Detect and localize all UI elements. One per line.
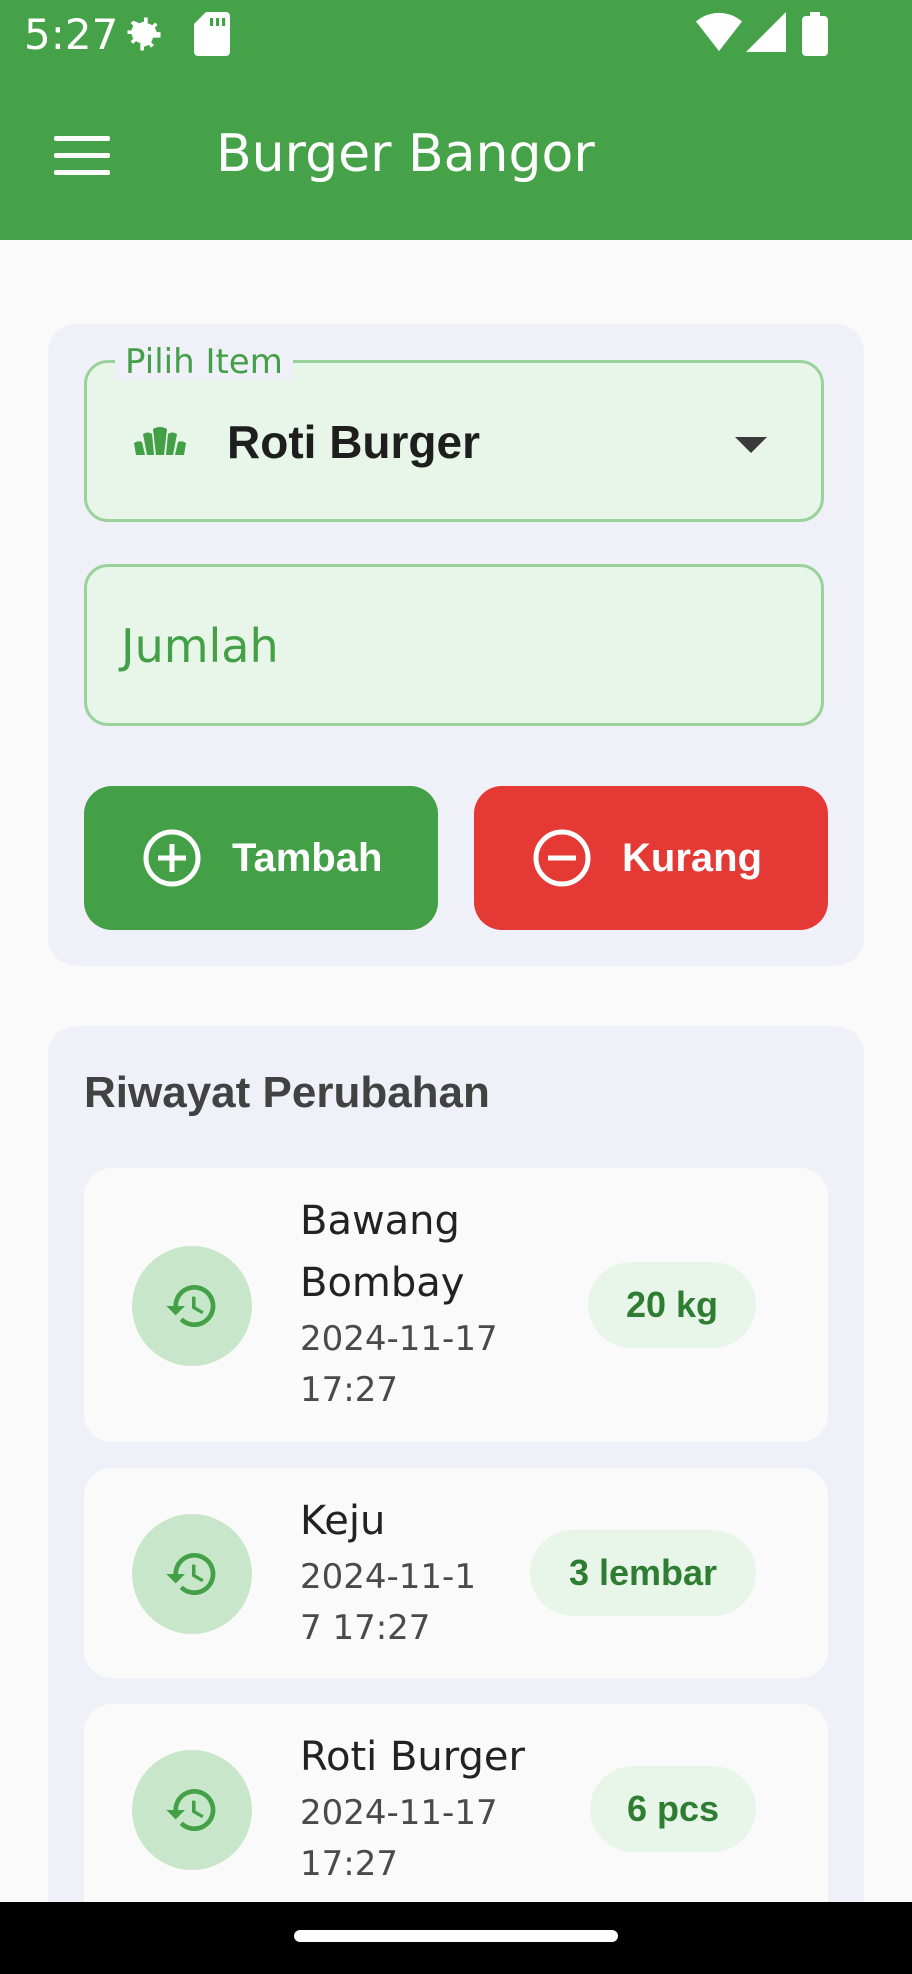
history-avatar [132, 1750, 252, 1870]
history-avatar [132, 1514, 252, 1634]
settings-icon [122, 12, 166, 61]
battery-icon [802, 12, 828, 61]
chevron-down-icon [735, 437, 767, 453]
history-icon [166, 1284, 216, 1327]
history-item-date: 2024-11-1 [300, 1557, 476, 1597]
quantity-input-placeholder: Jumlah [121, 619, 279, 673]
history-icon [166, 1552, 216, 1595]
sd-card-icon [194, 12, 230, 61]
home-gesture-handle[interactable] [294, 1930, 618, 1942]
history-list-item[interactable]: Bawang Bombay 2024-11-17 17:27 20 kg [84, 1168, 828, 1442]
history-item-name: Bombay [300, 1260, 465, 1306]
quantity-badge: 6 pcs [590, 1766, 756, 1852]
add-circle-icon [142, 828, 202, 898]
item-select-label: Pilih Item [115, 343, 293, 381]
add-button[interactable]: Tambah [84, 786, 438, 930]
subtract-button[interactable]: Kurang [474, 786, 828, 930]
history-card: Riwayat Perubahan Bawang Bombay 2024-11-… [48, 1026, 864, 1974]
history-item-name: Keju [300, 1498, 386, 1544]
item-select-value: Roti Burger [227, 416, 480, 468]
subtract-button-label: Kurang [622, 836, 762, 880]
history-item-time: 7 17:27 [300, 1608, 431, 1648]
signal-icon [746, 12, 786, 57]
status-time: 5:27 [24, 10, 119, 59]
history-item-time: 17:27 [300, 1370, 398, 1410]
history-item-name: Roti Burger [300, 1734, 525, 1780]
bakery-icon [131, 425, 189, 464]
item-select[interactable]: Pilih Item Roti Burger [84, 343, 824, 522]
status-bar: 5:27 [0, 0, 912, 72]
menu-icon[interactable] [54, 136, 110, 176]
history-item-time: 17:27 [300, 1844, 398, 1884]
app-title: Burger Bangor [216, 124, 595, 184]
system-nav-bar [0, 1902, 912, 1974]
history-item-name: Bawang [300, 1198, 460, 1244]
history-icon [166, 1788, 216, 1831]
add-button-label: Tambah [232, 836, 383, 880]
history-avatar [132, 1246, 252, 1366]
quantity-input[interactable]: Jumlah [84, 564, 824, 726]
quantity-badge: 3 lembar [530, 1530, 756, 1616]
history-list-item[interactable]: Keju 2024-11-1 7 17:27 3 lembar [84, 1468, 828, 1678]
app-bar: Burger Bangor [0, 72, 912, 240]
remove-circle-icon [532, 828, 592, 898]
history-item-date: 2024-11-17 [300, 1793, 498, 1833]
wifi-icon [696, 12, 742, 57]
history-item-date: 2024-11-17 [300, 1319, 498, 1359]
quantity-badge: 20 kg [588, 1262, 756, 1348]
history-title: Riwayat Perubahan [84, 1068, 490, 1117]
stock-form-card: Pilih Item Roti Burger Jumlah Tambah Kur… [48, 324, 864, 966]
